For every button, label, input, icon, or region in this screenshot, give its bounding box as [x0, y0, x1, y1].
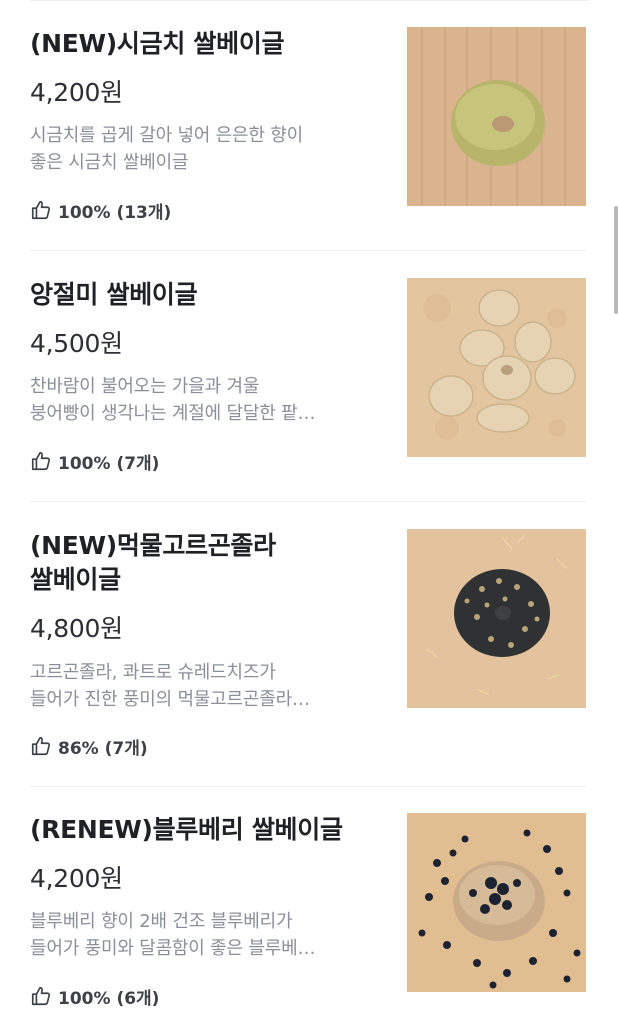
item-description: 찬바람이 불어오는 가을과 겨울 붕어빵이 생각나는 계절에 달달한 팥… — [30, 373, 370, 427]
item-rating: 100% (13개) — [30, 198, 172, 223]
item-price: 4,500원 — [30, 329, 123, 358]
item-price: 4,800원 — [30, 614, 123, 643]
menu-item[interactable]: (NEW)시금치 쌀베이글 4,200원 시금치를 곱게 갈아 넣어 은은한 향… — [30, 0, 586, 251]
item-name: (RENEW)블루베리 쌀베이글 — [30, 813, 380, 847]
item-name: 앙절미 쌀베이글 — [30, 278, 380, 312]
item-name-line: (NEW)시금치 쌀베이글 — [30, 29, 285, 58]
description-line: 좋은 시금치 쌀베이글 — [30, 152, 189, 173]
item-description: 고르곤졸라, 콰트로 슈레드치즈가 들어가 진한 풍미의 먹물고르곤졸라… — [30, 659, 370, 713]
menu-item[interactable]: (RENEW)블루베리 쌀베이글 4,200원 블루베리 향이 2배 건조 블루… — [30, 787, 586, 1024]
rating-text: 100% (13개) — [58, 202, 172, 223]
item-photo-injeolmi-bagel — [407, 278, 586, 457]
item-name: (NEW)시금치 쌀베이글 — [30, 27, 380, 61]
item-name-line: 앙절미 쌀베이글 — [30, 280, 198, 309]
item-photo-spinach-bagel — [407, 27, 586, 206]
description-line: 시금치를 곱게 갈아 넣어 은은한 향이 — [30, 125, 304, 146]
item-rating: 100% (6개) — [30, 984, 160, 1009]
thumbs-up-icon — [31, 451, 51, 471]
menu-item[interactable]: 앙절미 쌀베이글 4,500원 찬바람이 불어오는 가을과 겨울 붕어빵이 생각… — [30, 251, 586, 502]
description-line: 블루베리 향이 2배 건조 블루베리가 — [30, 911, 293, 932]
description-line: 들어가 풍미와 달콤함이 좋은 블루베… — [30, 938, 316, 959]
item-name-line: (NEW)먹물고르곤졸라 — [30, 531, 276, 560]
item-rating: 100% (7개) — [30, 449, 160, 474]
menu-item[interactable]: (NEW)먹물고르곤졸라 쌀베이글 4,800원 고르곤졸라, 콰트로 슈레드치… — [30, 502, 586, 787]
rating-text: 100% (7개) — [58, 453, 160, 474]
item-price: 4,200원 — [30, 864, 123, 893]
description-line: 고르곤졸라, 콰트로 슈레드치즈가 — [30, 662, 276, 683]
item-rating: 86% (7개) — [30, 734, 148, 759]
description-line: 들어가 진한 풍미의 먹물고르곤졸라… — [30, 689, 310, 710]
thumbs-up-icon — [31, 736, 51, 756]
item-name-line: (RENEW)블루베리 쌀베이글 — [30, 815, 343, 844]
item-name: (NEW)먹물고르곤졸라 쌀베이글 — [30, 529, 380, 597]
item-photo-squid-ink-gorgonzola-bagel — [407, 529, 586, 708]
description-line: 붕어빵이 생각나는 계절에 달달한 팥… — [30, 403, 316, 424]
scrollbar[interactable] — [614, 206, 618, 314]
description-line: 찬바람이 불어오는 가을과 겨울 — [30, 376, 260, 397]
item-description: 시금치를 곱게 갈아 넣어 은은한 향이 좋은 시금치 쌀베이글 — [30, 122, 370, 176]
thumbs-up-icon — [31, 986, 51, 1006]
rating-text: 100% (6개) — [58, 988, 160, 1009]
item-description: 블루베리 향이 2배 건조 블루베리가 들어가 풍미와 달콤함이 좋은 블루베… — [30, 908, 370, 962]
item-name-line: 쌀베이글 — [30, 565, 121, 594]
thumbs-up-icon — [31, 200, 51, 220]
item-photo-blueberry-bagel — [407, 813, 586, 992]
rating-text: 86% (7개) — [58, 738, 148, 759]
item-price: 4,200원 — [30, 78, 123, 107]
